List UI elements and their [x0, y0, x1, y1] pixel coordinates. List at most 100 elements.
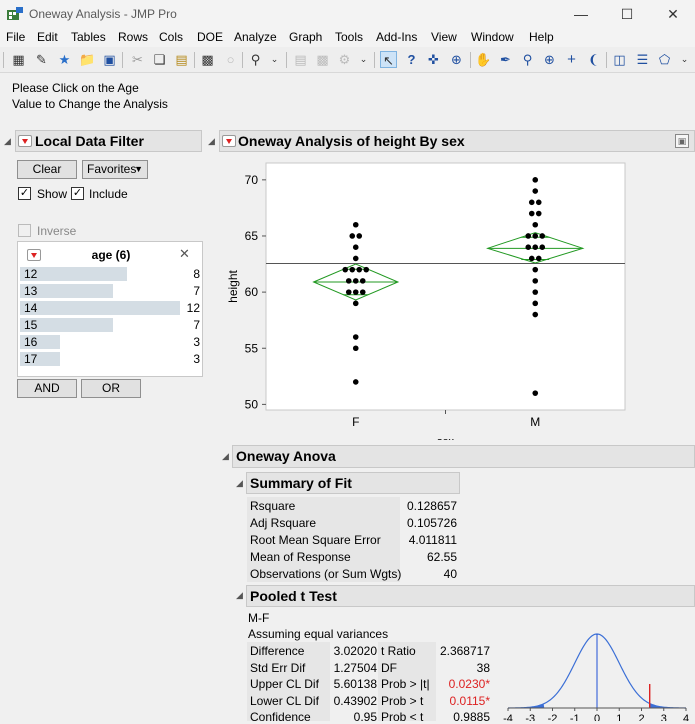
disclosure-triangle-icon[interactable]: ◢ — [236, 591, 245, 600]
inverse-checkbox[interactable] — [18, 224, 31, 237]
show-checkbox[interactable]: ✓ — [18, 187, 31, 200]
simple-shape-tool-icon[interactable]: ☰ — [634, 51, 651, 68]
lasso-tool-icon[interactable]: ⚲ — [519, 51, 536, 68]
plus-tool-icon[interactable]: + — [563, 51, 580, 68]
toolbar-overflow-icon[interactable]: ⌄ — [676, 51, 693, 68]
data-point[interactable] — [532, 233, 538, 239]
menu-window[interactable]: Window — [471, 30, 514, 44]
grabber-tool-icon[interactable]: ✋ — [475, 51, 492, 68]
data-point[interactable] — [353, 289, 359, 295]
data-point[interactable] — [353, 301, 359, 307]
disclosure-triangle-icon[interactable]: ◢ — [222, 452, 231, 461]
selection-tool-icon[interactable]: ✜ — [425, 51, 442, 68]
clear-button[interactable]: Clear — [17, 160, 77, 179]
data-point[interactable] — [532, 289, 538, 295]
or-button[interactable]: OR — [81, 379, 141, 398]
data-point[interactable] — [536, 211, 542, 217]
data-point[interactable] — [529, 256, 535, 262]
copy-icon[interactable]: ❏ — [151, 51, 168, 68]
brush-tool-icon[interactable]: ✒ — [497, 51, 514, 68]
data-point[interactable] — [360, 289, 366, 295]
save-icon[interactable]: ▣ — [101, 51, 118, 68]
filter-row-age-13[interactable]: 137 — [20, 283, 202, 300]
menu-doe[interactable]: DOE — [197, 30, 223, 44]
minimize-button[interactable]: — — [571, 4, 591, 24]
menu-file[interactable]: File — [6, 30, 25, 44]
journal-icon[interactable]: ▩ — [199, 51, 216, 68]
close-icon[interactable]: ✕ — [179, 246, 190, 262]
data-point[interactable] — [525, 244, 531, 250]
help-tool-icon[interactable]: ? — [403, 51, 420, 68]
data-point[interactable] — [539, 233, 545, 239]
columns-icon[interactable]: ▩ — [314, 51, 331, 68]
data-point[interactable] — [353, 345, 359, 351]
disclosure-triangle-icon[interactable]: ◢ — [236, 479, 245, 488]
data-point[interactable] — [349, 267, 355, 273]
data-table-icon[interactable]: ▤ — [292, 51, 309, 68]
data-point[interactable] — [532, 278, 538, 284]
magnifier-tool-icon[interactable]: ⊕ — [541, 51, 558, 68]
data-point[interactable] — [532, 312, 538, 318]
menu-analyze[interactable]: Analyze — [234, 30, 277, 44]
close-button[interactable]: ✕ — [663, 4, 683, 24]
data-point[interactable] — [342, 267, 348, 273]
filter-row-age-14[interactable]: 1412 — [20, 300, 202, 317]
menu-edit[interactable]: Edit — [37, 30, 58, 44]
toolbar-overflow-icon[interactable]: ⌄ — [266, 51, 283, 68]
settings-icon[interactable]: ⚙ — [336, 51, 353, 68]
filter-row-age-16[interactable]: 163 — [20, 334, 202, 351]
menu-add-ins[interactable]: Add-Ins — [376, 30, 417, 44]
data-point[interactable] — [532, 244, 538, 250]
filter-row-age-15[interactable]: 157 — [20, 317, 202, 334]
include-checkbox[interactable]: ✓ — [71, 187, 84, 200]
open-folder-icon[interactable]: 📁 — [79, 51, 96, 68]
crosshair-tool-icon[interactable]: ⊕ — [448, 51, 465, 68]
disclosure-triangle-icon[interactable]: ◢ — [208, 137, 217, 146]
data-point[interactable] — [525, 233, 531, 239]
polygon-tool-icon[interactable]: ⬠ — [656, 51, 673, 68]
filter-row-age-17[interactable]: 173 — [20, 351, 202, 368]
data-point[interactable] — [532, 177, 538, 183]
data-point[interactable] — [536, 199, 542, 205]
data-point[interactable] — [353, 244, 359, 250]
menu-help[interactable]: Help — [529, 30, 554, 44]
menu-view[interactable]: View — [431, 30, 457, 44]
data-point[interactable] — [532, 301, 538, 307]
oneway-scatter-plot[interactable]: 5055606570heightFMsex — [220, 155, 660, 440]
data-point[interactable] — [529, 199, 535, 205]
data-point[interactable] — [349, 233, 355, 239]
menu-tables[interactable]: Tables — [71, 30, 106, 44]
data-point[interactable] — [356, 267, 362, 273]
annotate-tool-icon[interactable]: ◫ — [611, 51, 628, 68]
arrow-tool-icon[interactable]: ↖ — [380, 51, 397, 68]
maximize-report-icon[interactable]: ▣ — [675, 134, 689, 148]
data-point[interactable] — [532, 267, 538, 273]
data-point[interactable] — [532, 188, 538, 194]
data-point[interactable] — [353, 379, 359, 385]
menu-graph[interactable]: Graph — [289, 30, 322, 44]
python-icon[interactable]: ★ — [56, 51, 73, 68]
line-tool-icon[interactable]: ❨ — [585, 51, 602, 68]
data-point[interactable] — [346, 278, 352, 284]
paste-icon[interactable]: ▤ — [173, 51, 190, 68]
data-point[interactable] — [353, 256, 359, 262]
data-point[interactable] — [356, 233, 362, 239]
data-point[interactable] — [353, 334, 359, 340]
red-triangle-menu-icon[interactable] — [18, 135, 32, 147]
data-point[interactable] — [353, 278, 359, 284]
menu-cols[interactable]: Cols — [159, 30, 183, 44]
new-script-icon[interactable]: ✎ — [33, 51, 50, 68]
search-icon[interactable]: ⚲ — [247, 51, 264, 68]
data-point[interactable] — [536, 256, 542, 262]
toolbar-overflow-icon[interactable]: ⌄ — [355, 51, 372, 68]
maximize-button[interactable]: ☐ — [617, 4, 637, 24]
red-triangle-menu-icon[interactable] — [222, 135, 236, 147]
data-point[interactable] — [360, 278, 366, 284]
data-point[interactable] — [363, 267, 369, 273]
new-data-table-icon[interactable]: ▦ — [10, 51, 27, 68]
cut-icon[interactable]: ✂ — [129, 51, 146, 68]
menu-tools[interactable]: Tools — [335, 30, 363, 44]
data-point[interactable] — [532, 390, 538, 396]
data-point[interactable] — [539, 244, 545, 250]
data-point[interactable] — [353, 222, 359, 228]
